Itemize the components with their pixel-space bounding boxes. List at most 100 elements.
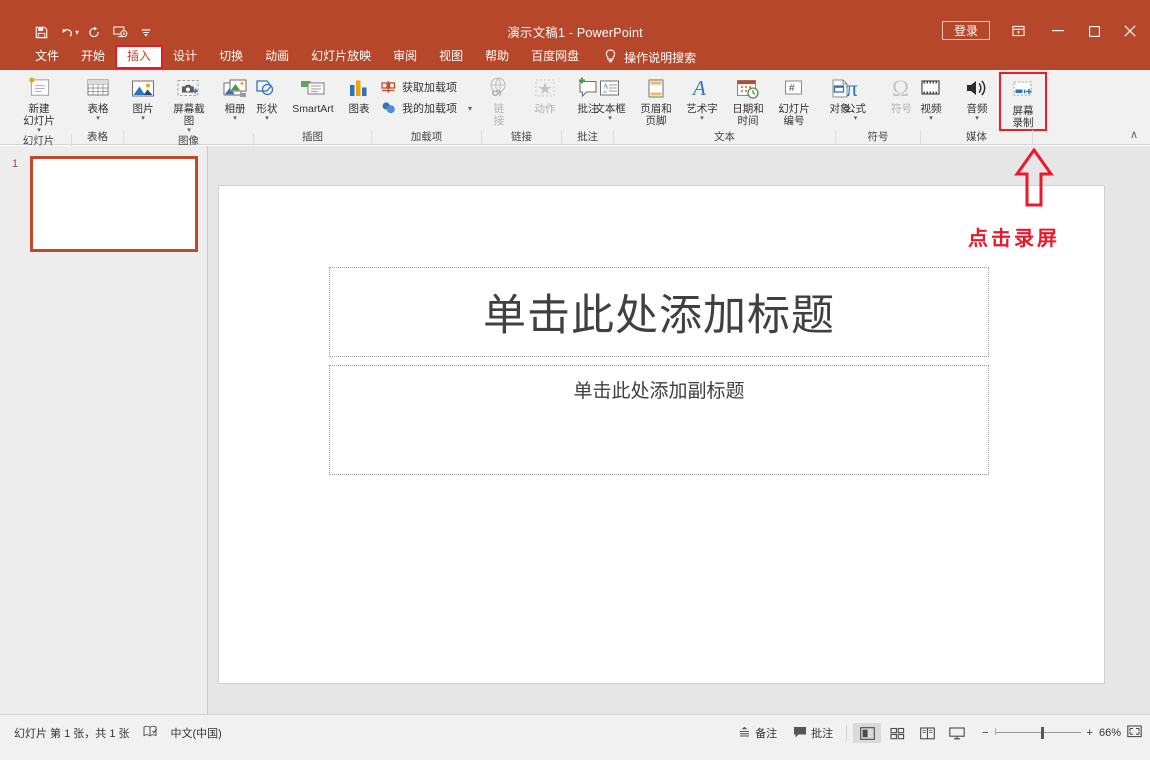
screen-recording-button[interactable]: 屏幕 录制 — [1001, 74, 1045, 129]
tab-help[interactable]: 帮助 — [474, 46, 520, 68]
tab-insert[interactable]: 插入 — [116, 46, 162, 68]
screenshot-dropdown-icon[interactable]: ▾ — [187, 127, 191, 134]
collapse-ribbon-button[interactable]: ∧ — [1130, 128, 1138, 141]
thumbnail-item[interactable]: 1 — [30, 156, 198, 252]
picture-button[interactable]: 图片 ▾ — [121, 74, 165, 122]
tab-home[interactable]: 开始 — [70, 46, 116, 68]
audio-dropdown-icon[interactable]: ▾ — [975, 115, 979, 122]
wordart-icon: A — [690, 74, 714, 100]
zoom-slider[interactable] — [995, 727, 1081, 739]
proofing-icon[interactable] — [143, 725, 158, 741]
ribbon-group-label-addins: 加载项 — [372, 130, 482, 145]
slide-number-button[interactable]: # 幻灯片 编号 — [772, 74, 816, 127]
zoom-in-button[interactable]: + — [1087, 727, 1093, 739]
tab-design[interactable]: 设计 — [162, 46, 208, 68]
new-slide-button[interactable]: 新建 幻灯片 ▾ — [17, 74, 61, 134]
svg-text:#: # — [789, 83, 795, 94]
language-label[interactable]: 中文(中国) — [171, 725, 222, 741]
reading-view-icon[interactable] — [913, 723, 941, 743]
shapes-dropdown-icon[interactable]: ▾ — [265, 115, 269, 122]
tab-slideshow[interactable]: 幻灯片放映 — [300, 46, 382, 68]
new-slide-label-2: 幻灯片 — [23, 115, 55, 127]
date-time-label: 日期和时间 — [729, 103, 767, 127]
wordart-button[interactable]: A 艺术字 ▾ — [680, 74, 724, 122]
tab-file[interactable]: 文件 — [24, 46, 70, 68]
get-addins-button[interactable]: 获取加载项 — [380, 79, 474, 95]
date-time-button[interactable]: 日期和时间 — [726, 74, 770, 127]
link-label-1: 链 — [494, 103, 505, 115]
title-placeholder[interactable]: 单击此处添加标题 — [329, 267, 989, 357]
link-button[interactable]: 链 接 — [477, 74, 521, 127]
thumbnail-number: 1 — [12, 158, 18, 170]
new-slide-dropdown-icon[interactable]: ▾ — [37, 127, 41, 134]
equation-button[interactable]: π 公式 ▾ — [834, 74, 878, 122]
ribbon-group-addins: 获取加载项 我的加载项 ▾ 加载项 — [372, 70, 482, 145]
close-icon[interactable] — [1115, 19, 1145, 43]
get-addins-icon — [380, 80, 397, 95]
action-button[interactable]: 动作 — [523, 74, 567, 115]
slide-number-label-2: 编号 — [784, 115, 805, 127]
svg-text:π: π — [846, 76, 858, 100]
comment-icon — [793, 726, 807, 741]
screenshot-button[interactable]: 屏幕截图 ▾ — [167, 74, 211, 134]
table-dropdown-icon[interactable]: ▾ — [96, 115, 100, 122]
audio-button[interactable]: 音频 ▾ — [955, 74, 999, 122]
ribbon-display-options-icon[interactable] — [1003, 19, 1033, 43]
screen-recording-label-1: 屏幕 — [1013, 105, 1034, 117]
notes-icon — [738, 726, 751, 741]
ribbon: 新建 幻灯片 ▾ 幻灯片 表格 ▾ — [0, 70, 1150, 145]
equation-dropdown-icon[interactable]: ▾ — [854, 115, 858, 122]
zoom-slider-handle[interactable] — [1041, 727, 1044, 739]
minimize-icon[interactable] — [1043, 19, 1073, 43]
tell-me-search[interactable]: 操作说明搜索 — [604, 49, 696, 66]
tab-transitions[interactable]: 切换 — [208, 46, 254, 68]
ribbon-tab-strip: 文件 开始 插入 设计 切换 动画 幻灯片放映 审阅 视图 帮助 百度网盘 操作… — [0, 44, 1150, 70]
slide-count-label: 幻灯片 第 1 张，共 1 张 — [14, 725, 130, 741]
smartart-button[interactable]: SmartArt — [291, 74, 335, 115]
lightbulb-icon — [604, 49, 617, 66]
tab-view[interactable]: 视图 — [428, 46, 474, 68]
maximize-icon[interactable] — [1079, 19, 1109, 43]
notes-button[interactable]: 备注 — [730, 723, 785, 743]
slideshow-icon[interactable] — [943, 723, 971, 743]
video-dropdown-icon[interactable]: ▾ — [929, 115, 933, 122]
video-button[interactable]: 视频 ▾ — [909, 74, 953, 122]
picture-dropdown-icon[interactable]: ▾ — [141, 115, 145, 122]
table-button[interactable]: 表格 ▾ — [76, 74, 120, 122]
wordart-dropdown-icon[interactable]: ▾ — [700, 115, 704, 122]
slide-canvas[interactable]: 单击此处添加标题 单击此处添加副标题 — [218, 185, 1105, 684]
date-time-icon — [735, 74, 761, 100]
shapes-label: 形状 — [257, 103, 278, 115]
slide-sorter-icon[interactable] — [883, 723, 911, 743]
tab-review[interactable]: 审阅 — [382, 46, 428, 68]
sign-in-button[interactable]: 登录 — [942, 21, 990, 40]
comments-button[interactable]: 批注 — [785, 723, 841, 743]
zoom-slider-track — [995, 732, 1081, 733]
fit-to-window-icon[interactable] — [1127, 725, 1142, 741]
subtitle-placeholder[interactable]: 单击此处添加副标题 — [329, 365, 989, 475]
zoom-out-button[interactable]: − — [982, 727, 988, 739]
photo-album-dropdown-icon[interactable]: ▾ — [233, 115, 237, 122]
tab-baidu-netdisk[interactable]: 百度网盘 — [520, 46, 590, 68]
up-arrow-annotation-icon — [1012, 148, 1056, 208]
equation-label: 公式 — [845, 103, 866, 115]
my-addins-icon — [380, 101, 397, 116]
zoom-level-label[interactable]: 66% — [1099, 727, 1121, 739]
thumbnail-scrollbar[interactable] — [203, 146, 207, 714]
my-addins-dropdown-icon[interactable]: ▾ — [468, 104, 472, 113]
header-footer-button[interactable]: 页眉和页脚 — [634, 74, 678, 127]
subtitle-placeholder-text: 单击此处添加副标题 — [573, 376, 744, 403]
my-addins-button[interactable]: 我的加载项 ▾ — [380, 100, 474, 116]
screen-recording-label-2: 录制 — [1013, 117, 1034, 129]
link-label-2: 接 — [494, 115, 505, 127]
text-box-button[interactable]: A 文本框 ▾ — [588, 74, 632, 122]
slide-thumbnail-1[interactable] — [30, 156, 198, 252]
shapes-icon — [254, 74, 280, 100]
header-footer-label: 页眉和页脚 — [637, 103, 675, 127]
ribbon-group-label-illustrations: 插图 — [254, 130, 372, 145]
zoom-control: − + 66% — [982, 725, 1142, 741]
shapes-button[interactable]: 形状 ▾ — [245, 74, 289, 122]
text-box-dropdown-icon[interactable]: ▾ — [608, 115, 612, 122]
normal-view-icon[interactable] — [853, 723, 881, 743]
tab-animations[interactable]: 动画 — [254, 46, 300, 68]
